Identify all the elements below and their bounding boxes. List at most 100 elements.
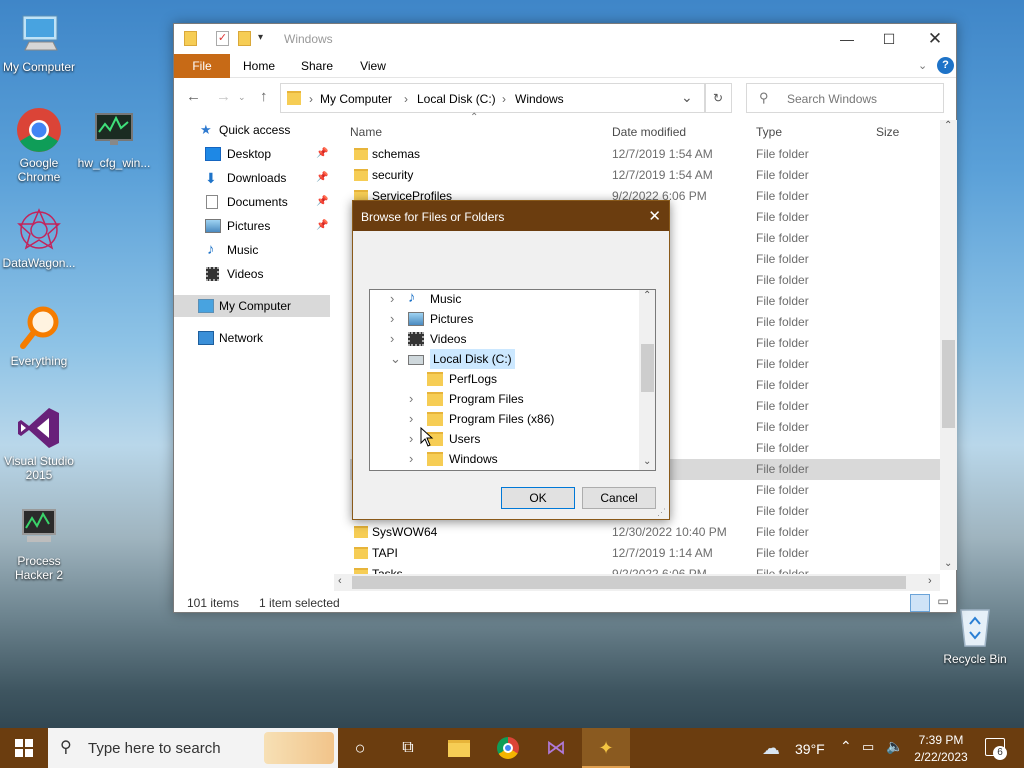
pin-icon[interactable]: 📌: [316, 191, 328, 213]
nav-item-music[interactable]: ♪ Music: [174, 239, 330, 261]
nav-item-videos[interactable]: Videos: [174, 263, 330, 285]
scroll-down-icon[interactable]: ⌄: [944, 558, 952, 569]
expand-icon[interactable]: ›: [390, 309, 402, 329]
tab-file[interactable]: File: [174, 54, 230, 78]
pin-icon[interactable]: 📌: [316, 167, 328, 189]
breadcrumb-item[interactable]: Windows: [515, 92, 564, 106]
column-date-modified[interactable]: Date modified: [612, 125, 686, 139]
desktop-icon-process-hacker[interactable]: Process Hacker 2: [1, 504, 77, 582]
address-dropdown-icon[interactable]: ⌄: [681, 89, 693, 106]
close-icon[interactable]: ✕: [648, 207, 661, 225]
scrollbar-thumb[interactable]: [352, 576, 906, 589]
tab-home[interactable]: Home: [236, 54, 282, 78]
task-view-icon[interactable]: ⧉: [384, 728, 432, 768]
scroll-up-icon[interactable]: ⌃: [643, 290, 651, 301]
tree-item[interactable]: › ♪ Music: [390, 290, 610, 309]
scrollbar-thumb[interactable]: [641, 344, 654, 392]
clock-time[interactable]: 7:39 PM: [916, 733, 966, 747]
nav-item-pictures[interactable]: Pictures 📌: [174, 215, 330, 237]
expand-icon[interactable]: ›: [390, 329, 402, 349]
recent-locations-icon[interactable]: ⌄: [238, 92, 246, 103]
tree-item[interactable]: › Program Files (x86): [409, 409, 629, 429]
clock-date[interactable]: 2/22/2023: [910, 750, 972, 764]
tab-share[interactable]: Share: [294, 54, 340, 78]
desktop-icon-chrome[interactable]: Google Chrome: [1, 106, 77, 184]
expand-icon[interactable]: ›: [409, 389, 421, 409]
expand-icon[interactable]: ›: [409, 409, 421, 429]
cortana-icon[interactable]: ○: [336, 728, 384, 768]
search-input[interactable]: ⚲ Search Windows: [746, 83, 944, 113]
show-hidden-icons-icon[interactable]: ⌃: [840, 738, 852, 755]
breadcrumb-item[interactable]: Local Disk (C:): [417, 92, 496, 106]
tree-item[interactable]: › Program Files: [409, 389, 629, 409]
customize-toolbar-icon[interactable]: ▾: [258, 32, 263, 50]
title-bar[interactable]: ✓ ▾ Windows — ☐ ✕: [174, 24, 956, 54]
pin-icon[interactable]: 📌: [316, 215, 328, 237]
maximize-icon[interactable]: ☐: [866, 24, 912, 54]
folder-tree[interactable]: › ♪ Music › Pictures › Videos ⌄ Local Disk (C:) P…: [369, 289, 656, 471]
nav-item-my-computer[interactable]: My Computer: [174, 295, 330, 317]
visual-studio-taskbar-icon[interactable]: ⋈: [532, 728, 580, 768]
minimize-icon[interactable]: —: [824, 24, 870, 54]
tree-item[interactable]: › Windows: [409, 449, 629, 469]
tree-item[interactable]: ⌄ Local Disk (C:): [390, 349, 610, 369]
column-type[interactable]: Type: [756, 125, 782, 139]
desktop-icon-visual-studio[interactable]: Visual Studio 2015: [1, 404, 77, 482]
resize-grip-icon[interactable]: ⋰: [657, 507, 666, 518]
tree-item[interactable]: › Videos: [390, 329, 610, 349]
table-row[interactable]: TAPI 12/7/2019 1:14 AM File folder: [350, 543, 940, 564]
tree-item[interactable]: › Users: [409, 429, 629, 449]
desktop-icon-my-computer[interactable]: My Computer: [1, 10, 77, 74]
windows-start-icon[interactable]: [0, 728, 48, 768]
horizontal-scrollbar[interactable]: ‹ ›: [334, 574, 940, 591]
ok-button[interactable]: OK: [501, 487, 575, 509]
details-view-icon[interactable]: [910, 594, 930, 612]
tab-view[interactable]: View: [350, 54, 396, 78]
desktop-icon-hw-cfg[interactable]: hw_cfg_win...: [76, 106, 152, 170]
weather-temperature[interactable]: 39°F: [795, 741, 825, 757]
scroll-down-icon[interactable]: ⌄: [643, 456, 651, 467]
scroll-left-icon[interactable]: ‹: [338, 575, 342, 587]
desktop-icon-datawagon[interactable]: DataWagon...: [1, 206, 77, 270]
taskbar-search-box[interactable]: ⚲ Type here to search: [48, 728, 338, 768]
table-row[interactable]: security 12/7/2019 1:54 AM File folder: [350, 165, 940, 186]
close-icon[interactable]: ✕: [912, 24, 958, 54]
tree-item[interactable]: PerfLogs: [409, 369, 629, 389]
volume-icon[interactable]: 🔈: [886, 738, 903, 755]
nav-item-downloads[interactable]: ⬇ Downloads 📌: [174, 167, 330, 189]
scrollbar-thumb[interactable]: [942, 340, 955, 428]
column-size[interactable]: Size: [876, 125, 899, 139]
dialog-title-bar[interactable]: Browse for Files or Folders ✕: [353, 201, 669, 231]
new-folder-icon[interactable]: [238, 31, 251, 46]
large-icons-view-icon[interactable]: ▭: [934, 594, 952, 612]
column-name[interactable]: Name: [350, 125, 382, 139]
up-icon[interactable]: ↑: [260, 88, 268, 105]
nav-item-desktop[interactable]: Desktop 📌: [174, 143, 330, 165]
cancel-button[interactable]: Cancel: [582, 487, 656, 509]
tree-vertical-scrollbar[interactable]: ⌃ ⌄: [639, 290, 655, 470]
nav-item-network[interactable]: Network: [174, 327, 330, 349]
table-row[interactable]: SysWOW64 12/30/2022 10:40 PM File folder: [350, 522, 940, 543]
nav-item-documents[interactable]: Documents 📌: [174, 191, 330, 213]
properties-icon[interactable]: ✓: [216, 31, 229, 46]
scroll-right-icon[interactable]: ›: [928, 575, 932, 587]
desktop-icon-everything[interactable]: Everything: [1, 304, 77, 368]
browse-dialog[interactable]: Browse for Files or Folders ✕ › ♪ Music › Pi…: [352, 200, 670, 520]
vertical-scrollbar[interactable]: ⌃ ⌄: [940, 120, 957, 570]
tree-item[interactable]: › Pictures: [390, 309, 610, 329]
expand-icon[interactable]: ›: [409, 449, 421, 469]
active-app-taskbar-icon[interactable]: ✦: [582, 728, 630, 768]
expand-icon[interactable]: ›: [390, 290, 402, 309]
address-bar[interactable]: › My Computer › Local Disk (C:) › Window…: [280, 83, 706, 113]
forward-icon[interactable]: →: [216, 88, 231, 105]
scroll-up-icon[interactable]: ⌃: [944, 120, 952, 131]
collapse-icon[interactable]: ⌄: [390, 349, 402, 369]
nav-item-quick-access[interactable]: ★ Quick access: [174, 119, 330, 141]
network-status-icon[interactable]: ▭: [862, 739, 874, 755]
back-icon[interactable]: ←: [186, 88, 201, 105]
help-icon[interactable]: ?: [937, 57, 954, 74]
table-row[interactable]: schemas 12/7/2019 1:54 AM File folder: [350, 144, 940, 165]
chevron-down-icon[interactable]: ⌄: [918, 59, 927, 72]
breadcrumb-item[interactable]: My Computer: [320, 92, 392, 106]
refresh-icon[interactable]: ↻: [704, 83, 732, 113]
